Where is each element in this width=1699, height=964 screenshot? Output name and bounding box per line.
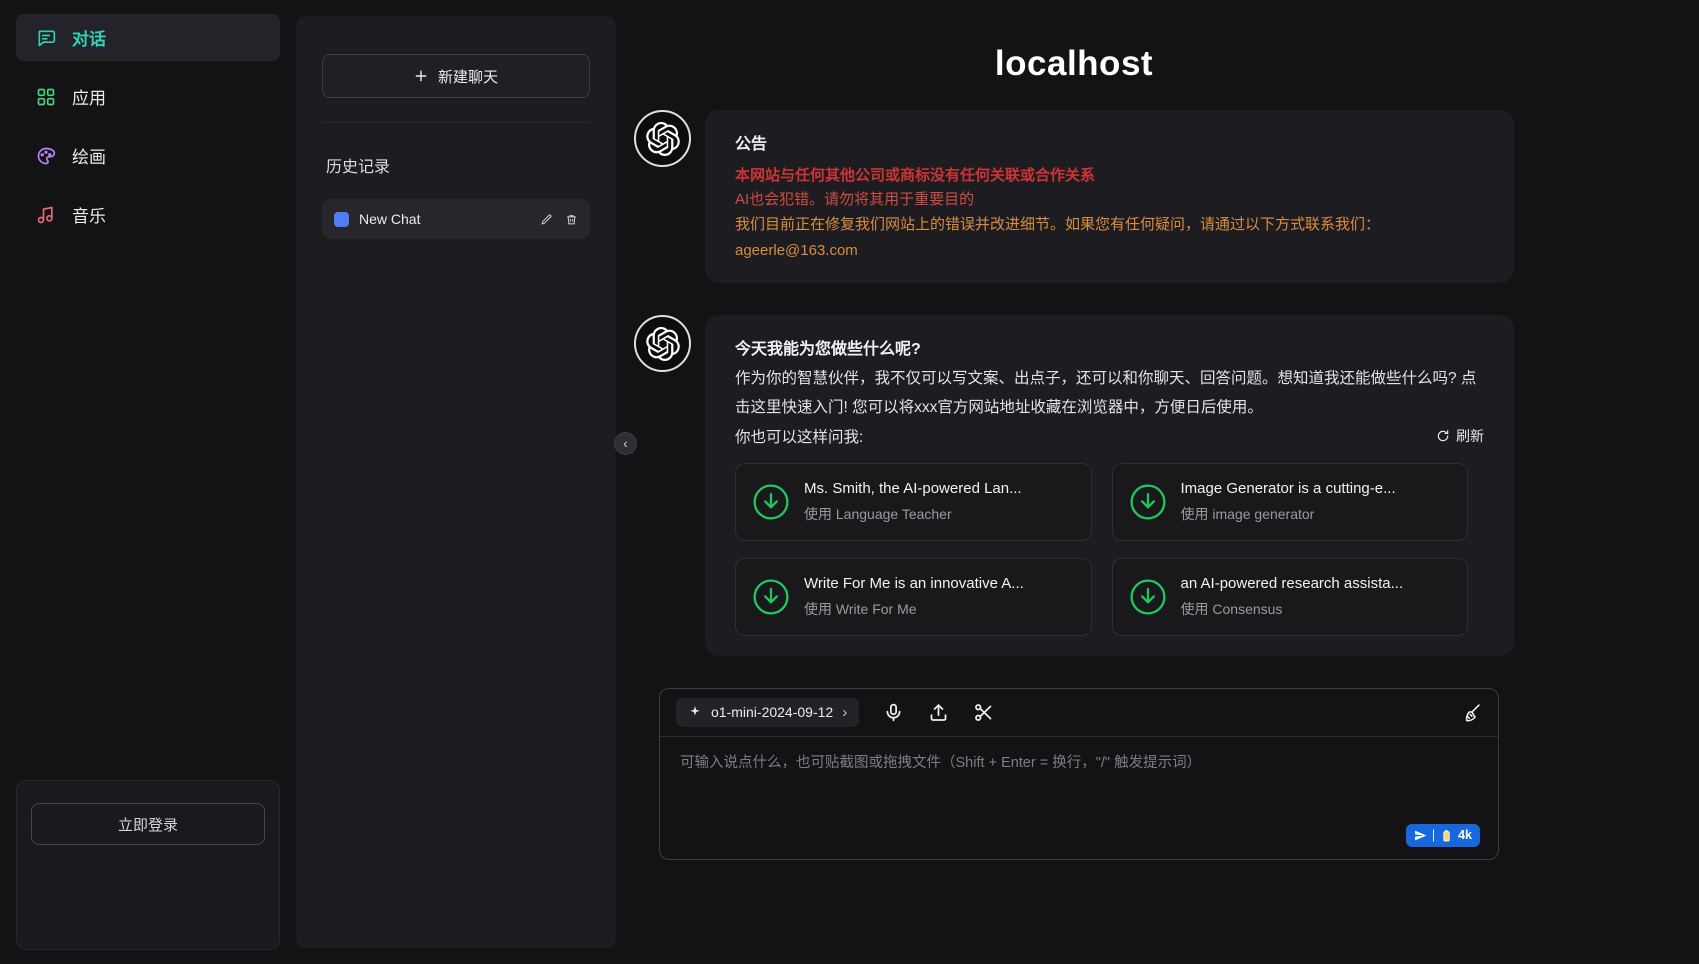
microphone-icon [883, 702, 904, 723]
plus-icon [414, 69, 428, 83]
refresh-label: 刷新 [1456, 426, 1484, 446]
badge-divider: | [1432, 828, 1435, 842]
refresh-icon [1436, 429, 1450, 443]
sidebar-item-music[interactable]: 音乐 [16, 191, 280, 238]
welcome-message: 今天我能为您做些什么呢? 作为你的智慧伙伴，我不仅可以写文案、出点子，还可以和你… [634, 315, 1514, 655]
circled-arrow-down-icon [752, 578, 790, 616]
new-chat-label: 新建聊天 [438, 66, 498, 87]
chevron-right-icon: › [842, 704, 847, 721]
suggestion-subtitle: 使用 Write For Me [804, 599, 1024, 619]
announcement-title: 公告 [735, 130, 1484, 154]
sidebar-item-label: 音乐 [72, 202, 106, 227]
chat-list-panel: 新建聊天 历史记录 New Chat [296, 16, 616, 948]
suggestion-title: Ms. Smith, the AI-powered Lan... [804, 480, 1022, 497]
chat-list-item[interactable]: New Chat [322, 199, 590, 239]
battery-icon [1440, 829, 1453, 842]
composer-toolbar: o1-mini-2024-09-12 › [660, 689, 1498, 737]
welcome-card: 今天我能为您做些什么呢? 作为你的智慧伙伴，我不仅可以写文案、出点子，还可以和你… [705, 315, 1514, 655]
announcement-line-2: AI也会犯错。请勿将其用于重要目的 [735, 188, 1484, 212]
suggestion-title: Write For Me is an innovative A... [804, 575, 1024, 592]
refresh-button[interactable]: 刷新 [1436, 426, 1484, 446]
chat-main-area: localhost 公告 本网站与任何其他公司或商标没有任何关联或合作关系 AI… [616, 0, 1699, 964]
suggestion-card[interactable]: Write For Me is an innovative A... 使用 Wr… [735, 558, 1092, 636]
delete-icon[interactable] [565, 213, 578, 226]
history-title: 历史记录 [326, 153, 590, 177]
chat-item-actions [540, 213, 578, 226]
composer-body: | 4k [660, 737, 1498, 859]
send-token-badge[interactable]: | 4k [1406, 824, 1480, 847]
sidebar-item-chat[interactable]: 对话 [16, 14, 280, 61]
suggestion-subtitle: 使用 Consensus [1181, 599, 1404, 619]
announcement-card: 公告 本网站与任何其他公司或商标没有任何关联或合作关系 AI也会犯错。请勿将其用… [705, 110, 1514, 283]
broom-icon [1461, 702, 1482, 723]
composer: o1-mini-2024-09-12 › [659, 688, 1499, 860]
circled-arrow-down-icon [752, 483, 790, 521]
login-button[interactable]: 立即登录 [31, 803, 265, 845]
collapse-panel-handle[interactable]: ‹ [614, 432, 637, 455]
circled-arrow-down-icon [1129, 483, 1167, 521]
app-window: 对话 应用 绘画 音乐 立即登录 新建聊天 [0, 0, 1699, 964]
music-note-icon [36, 205, 56, 225]
circled-arrow-down-icon [1129, 578, 1167, 616]
announcement-line-1: 本网站与任何其他公司或商标没有任何关联或合作关系 [735, 164, 1484, 188]
sidebar-item-label: 绘画 [72, 143, 106, 168]
announcement-message: 公告 本网站与任何其他公司或商标没有任何关联或合作关系 AI也会犯错。请勿将其用… [634, 110, 1514, 283]
openai-logo-icon [646, 122, 680, 156]
assistant-avatar [634, 110, 691, 167]
model-selector[interactable]: o1-mini-2024-09-12 › [676, 698, 859, 727]
assistant-avatar [634, 315, 691, 372]
sidebar-item-label: 对话 [72, 25, 106, 50]
send-icon [1414, 829, 1427, 842]
voice-input-button[interactable] [883, 702, 904, 723]
clear-context-button[interactable] [1461, 702, 1482, 723]
suggestion-subtitle: 使用 image generator [1181, 504, 1396, 524]
chat-item-avatar [334, 212, 349, 227]
suggestion-title: Image Generator is a cutting-e... [1181, 480, 1396, 497]
chat-list-header: 新建聊天 [322, 54, 590, 123]
chat-bubble-icon [36, 28, 56, 48]
contact-email-link[interactable]: ageerle@163.com [735, 239, 858, 263]
sidebar-item-label: 应用 [72, 84, 106, 109]
sidebar-bottom-panel: 立即登录 [16, 780, 280, 950]
model-label: o1-mini-2024-09-12 [711, 704, 833, 720]
suggestion-card[interactable]: an AI-powered research assista... 使用 Con… [1112, 558, 1469, 636]
page-title: localhost [634, 44, 1514, 84]
scissors-icon [973, 702, 994, 723]
upload-file-button[interactable] [928, 702, 949, 723]
edit-icon[interactable] [540, 213, 553, 226]
ask-hint: 你也可以这样问我: [735, 425, 863, 447]
sparkle-icon [688, 705, 702, 719]
token-count: 4k [1458, 828, 1472, 842]
openai-logo-icon [646, 327, 680, 361]
announcement-line-3: 我们目前正在修复我们网站上的错误并改进细节。如果您有任何疑问，请通过以下方式联系… [735, 213, 1484, 237]
palette-icon [36, 146, 56, 166]
suggestion-card[interactable]: Image Generator is a cutting-e... 使用 ima… [1112, 463, 1469, 541]
sidebar: 对话 应用 绘画 音乐 立即登录 [0, 0, 296, 964]
message-input[interactable] [680, 751, 1478, 821]
screenshot-button[interactable] [973, 702, 994, 723]
welcome-title: 今天我能为您做些什么呢? [735, 335, 1484, 359]
sidebar-item-drawing[interactable]: 绘画 [16, 132, 280, 179]
suggestion-subtitle: 使用 Language Teacher [804, 504, 1022, 524]
new-chat-button[interactable]: 新建聊天 [322, 54, 590, 98]
welcome-body: 作为你的智慧伙伴，我不仅可以写文案、出点子，还可以和你聊天、回答问题。想知道我还… [735, 365, 1484, 422]
chat-item-title: New Chat [359, 211, 530, 227]
suggestion-title: an AI-powered research assista... [1181, 575, 1404, 592]
suggestion-grid: Ms. Smith, the AI-powered Lan... 使用 Lang… [735, 463, 1484, 636]
upload-icon [928, 702, 949, 723]
suggestion-card[interactable]: Ms. Smith, the AI-powered Lan... 使用 Lang… [735, 463, 1092, 541]
apps-grid-icon [36, 87, 56, 107]
sidebar-item-apps[interactable]: 应用 [16, 73, 280, 120]
